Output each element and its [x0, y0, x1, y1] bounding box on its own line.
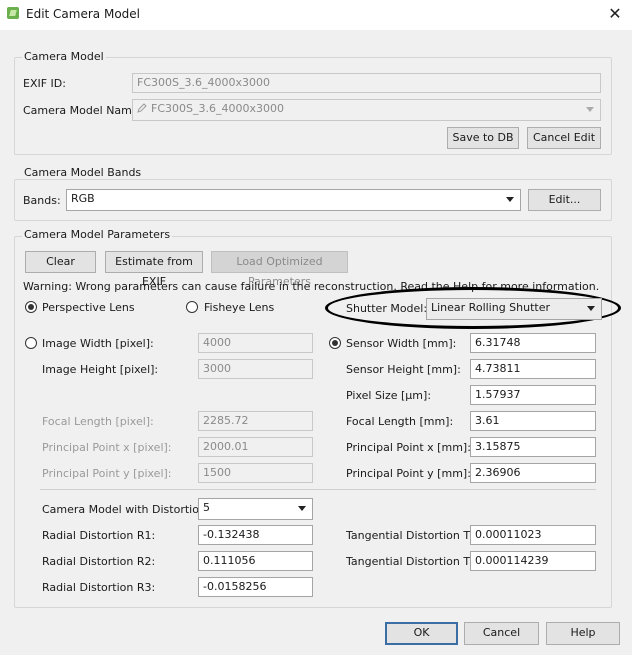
- pencil-icon: [137, 103, 147, 113]
- tangential-t2-label: Tangential Distortion T2:: [346, 555, 481, 568]
- sensor-width-field[interactable]: 6.31748: [470, 333, 596, 353]
- image-width-radio[interactable]: [25, 337, 37, 349]
- perspective-lens-radio[interactable]: [25, 301, 37, 313]
- close-icon[interactable]: ✕: [604, 3, 626, 25]
- bands-edit-button[interactable]: Edit...: [528, 189, 601, 211]
- camera-parameters-group-title: Camera Model Parameters: [22, 228, 173, 241]
- radial-r2-field[interactable]: 0.111056: [198, 551, 313, 571]
- camera-bands-group-title: Camera Model Bands: [22, 166, 144, 179]
- chevron-down-icon: [586, 107, 594, 112]
- principal-point-y-pixel-label: Principal Point y [pixel]:: [42, 467, 172, 480]
- radial-r1-field[interactable]: -0.132438: [198, 525, 313, 545]
- exif-id-field[interactable]: FC300S_3.6_4000x3000: [132, 73, 601, 93]
- camera-model-name-label: Camera Model Name:: [23, 104, 143, 117]
- shutter-model-label: Shutter Model:: [346, 302, 428, 315]
- principal-point-y-mm-field[interactable]: 2.36906: [470, 463, 596, 483]
- camera-model-group-title: Camera Model: [22, 50, 106, 63]
- section-divider: [40, 489, 596, 490]
- cancel-button[interactable]: Cancel: [464, 622, 539, 645]
- focal-length-mm-field[interactable]: 3.61: [470, 411, 596, 431]
- perspective-lens-label: Perspective Lens: [42, 301, 135, 314]
- chevron-down-icon: [506, 197, 514, 202]
- camera-model-name-combo[interactable]: FC300S_3.6_4000x3000: [132, 99, 601, 121]
- tangential-t1-label: Tangential Distortion T1:: [346, 529, 481, 542]
- sensor-height-label: Sensor Height [mm]:: [346, 363, 461, 376]
- pixel-size-field[interactable]: 1.57937: [470, 385, 596, 405]
- estimate-from-exif-button[interactable]: Estimate from EXIF: [105, 251, 203, 288]
- clear-button[interactable]: Clear: [25, 251, 96, 273]
- image-height-field[interactable]: 3000: [198, 359, 313, 379]
- radial-r1-label: Radial Distortion R1:: [42, 529, 156, 542]
- load-optimized-parameters-button[interactable]: Load Optimized Parameters: [211, 251, 348, 288]
- sensor-width-radio[interactable]: [329, 337, 341, 349]
- bands-combo[interactable]: RGB: [66, 189, 521, 211]
- radial-r2-label: Radial Distortion R2:: [42, 555, 156, 568]
- save-to-db-button[interactable]: Save to DB: [447, 127, 519, 149]
- distortion-model-value: 5: [203, 501, 210, 514]
- camera-model-name-value: FC300S_3.6_4000x3000: [151, 102, 284, 115]
- bands-label: Bands:: [23, 194, 61, 207]
- bands-value: RGB: [71, 192, 95, 205]
- principal-point-x-mm-field[interactable]: 3.15875: [470, 437, 596, 457]
- shutter-model-combo[interactable]: Linear Rolling Shutter: [426, 298, 602, 320]
- cancel-edit-button[interactable]: Cancel Edit: [527, 127, 601, 149]
- radial-r3-field[interactable]: -0.0158256: [198, 577, 313, 597]
- chevron-down-icon: [298, 506, 306, 511]
- sensor-height-field[interactable]: 4.73811: [470, 359, 596, 379]
- camera-app-icon: [7, 7, 19, 19]
- radial-r3-label: Radial Distortion R3:: [42, 581, 156, 594]
- tangential-t1-field[interactable]: 0.00011023: [470, 525, 596, 545]
- tangential-t2-field[interactable]: 0.000114239: [470, 551, 596, 571]
- fisheye-lens-label: Fisheye Lens: [204, 301, 275, 314]
- pixel-size-label: Pixel Size [µm]:: [346, 389, 432, 402]
- distortion-model-combo[interactable]: 5: [198, 498, 313, 520]
- shutter-model-value: Linear Rolling Shutter: [431, 301, 551, 314]
- exif-id-label: EXIF ID:: [23, 77, 66, 90]
- principal-point-x-mm-label: Principal Point x [mm]:: [346, 441, 471, 454]
- focal-length-mm-label: Focal Length [mm]:: [346, 415, 454, 428]
- chevron-down-icon: [587, 306, 595, 311]
- image-width-field[interactable]: 4000: [198, 333, 313, 353]
- window-title: Edit Camera Model: [26, 7, 140, 21]
- image-height-label: Image Height [pixel]:: [42, 363, 159, 376]
- focal-length-pixel-field[interactable]: 2285.72: [198, 411, 313, 431]
- help-button[interactable]: Help: [546, 622, 620, 645]
- focal-length-pixel-label: Focal Length [pixel]:: [42, 415, 154, 428]
- image-width-label: Image Width [pixel]:: [42, 337, 154, 350]
- principal-point-y-pixel-field[interactable]: 1500: [198, 463, 313, 483]
- distortion-model-label: Camera Model with Distortions:: [42, 503, 216, 516]
- principal-point-y-mm-label: Principal Point y [mm]:: [346, 467, 471, 480]
- ok-button[interactable]: OK: [385, 622, 458, 645]
- principal-point-x-pixel-label: Principal Point x [pixel]:: [42, 441, 172, 454]
- sensor-width-label: Sensor Width [mm]:: [346, 337, 457, 350]
- fisheye-lens-radio[interactable]: [186, 301, 198, 313]
- principal-point-x-pixel-field[interactable]: 2000.01: [198, 437, 313, 457]
